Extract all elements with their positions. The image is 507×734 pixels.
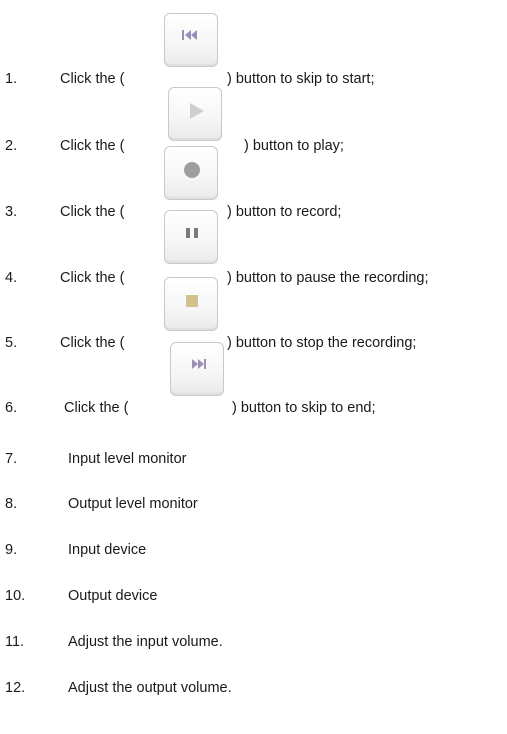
item-number: 5.: [5, 335, 18, 351]
skip-to-end-button-image: [170, 342, 224, 396]
item-number: 12.: [5, 680, 26, 696]
item-number: 1.: [5, 71, 18, 87]
item-number: 7.: [5, 451, 18, 467]
pause-icon: [186, 228, 198, 238]
item-number: 10.: [5, 588, 26, 604]
item-text-after: ) button to skip to end;: [232, 400, 376, 416]
item-text: Input device: [68, 542, 147, 558]
stop-button-image: [164, 277, 218, 331]
pause-button-image: [164, 210, 218, 264]
skip-to-start-button-image: [164, 13, 218, 67]
play-button-image: [168, 87, 222, 141]
item-text-before: Click the (: [60, 138, 125, 154]
item-text-before: Click the (: [64, 400, 129, 416]
play-icon: [190, 103, 204, 119]
item-number: 4.: [5, 270, 18, 286]
item-number: 6.: [5, 400, 18, 416]
skip-to-start-icon: [182, 30, 197, 40]
item-text-after: ) button to play;: [244, 138, 344, 154]
skip-to-end-icon: [192, 359, 206, 369]
item-number: 9.: [5, 542, 18, 558]
item-number: 2.: [5, 138, 18, 154]
stop-icon: [186, 295, 198, 307]
item-text-before: Click the (: [60, 270, 125, 286]
item-text-after: ) button to pause the recording;: [227, 270, 429, 286]
item-number: 11.: [5, 634, 25, 650]
item-number: 3.: [5, 204, 18, 220]
item-text: Adjust the output volume.: [68, 680, 232, 696]
record-icon: [184, 162, 200, 178]
item-text: Output level monitor: [68, 496, 198, 512]
item-number: 8.: [5, 496, 18, 512]
item-text-after: ) button to stop the recording;: [227, 335, 417, 351]
item-text-before: Click the (: [60, 335, 125, 351]
item-text-after: ) button to skip to start;: [227, 71, 375, 87]
item-text-after: ) button to record;: [227, 204, 342, 220]
item-text: Input level monitor: [68, 451, 187, 467]
item-text: Adjust the input volume.: [68, 634, 223, 650]
item-text: Output device: [68, 588, 158, 604]
item-text-before: Click the (: [60, 204, 125, 220]
record-button-image: [164, 146, 218, 200]
item-text-before: Click the (: [60, 71, 125, 87]
